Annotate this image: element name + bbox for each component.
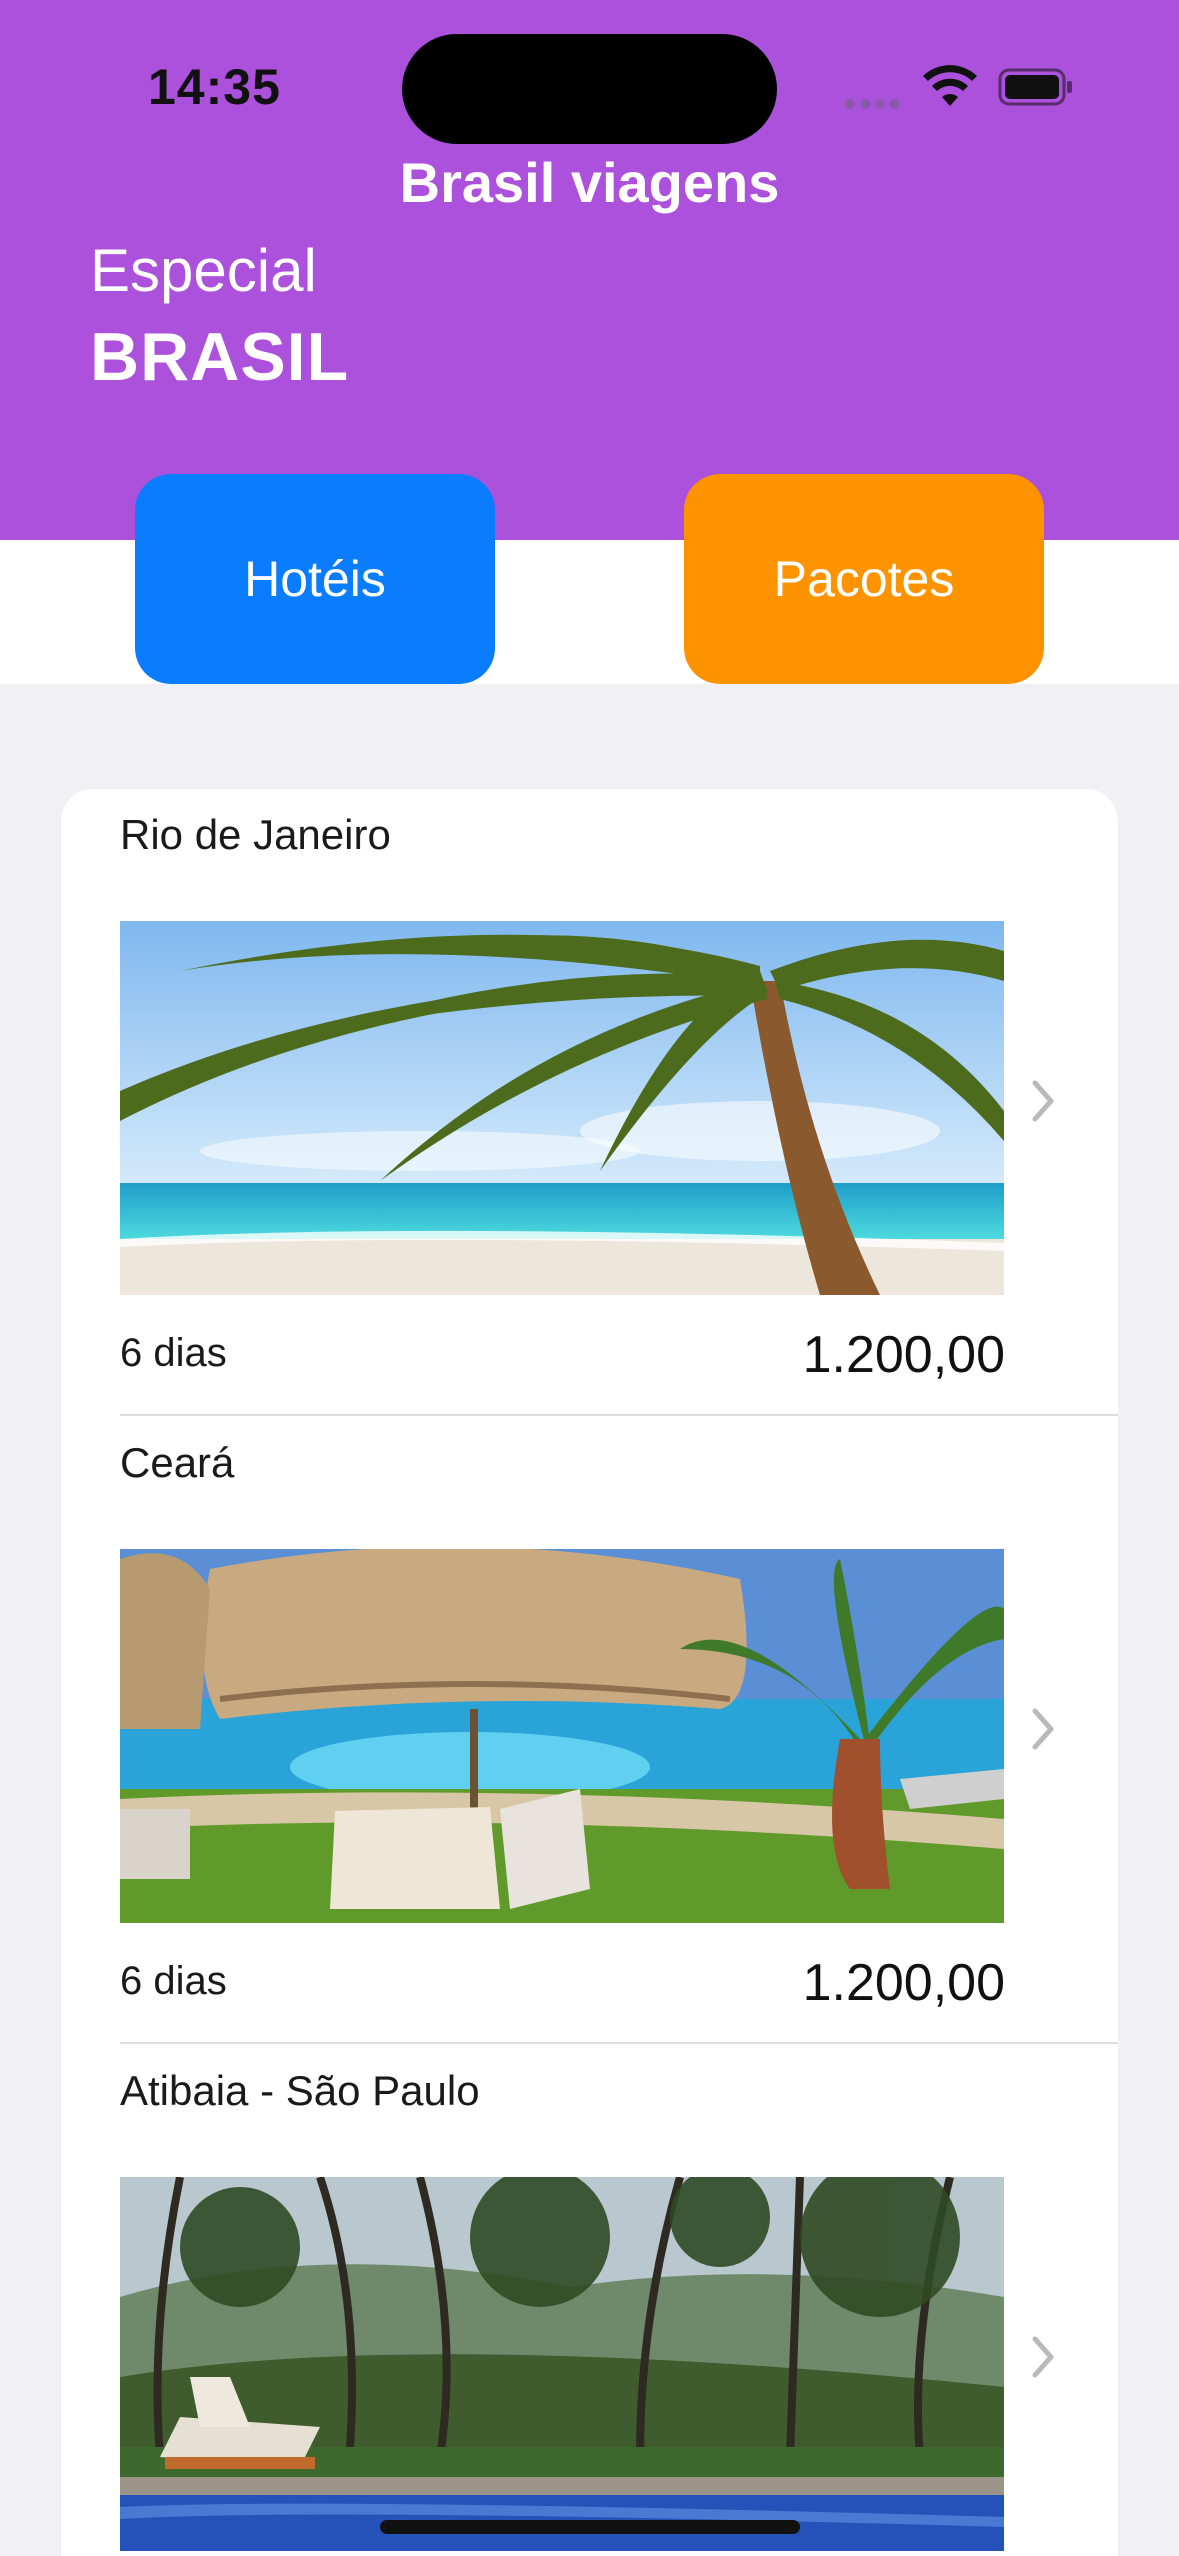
- list-item[interactable]: Atibaia - São Paulo: [61, 2045, 1118, 2556]
- chevron-right-icon: [1032, 1080, 1054, 1122]
- beach-palm-image: [120, 921, 1004, 1295]
- dynamic-island: [402, 34, 777, 144]
- header-subtitle: Especial: [90, 237, 317, 304]
- packages-button[interactable]: Pacotes: [684, 474, 1044, 684]
- battery-icon: [998, 68, 1072, 106]
- forest-pool-image: [120, 2177, 1004, 2551]
- status-time: 14:35: [148, 59, 281, 115]
- package-title: Atibaia - São Paulo: [120, 2067, 480, 2114]
- cellular-signal-icon: [845, 96, 905, 109]
- home-indicator[interactable]: [380, 2520, 800, 2534]
- package-price: 1.200,00: [802, 1326, 1005, 1384]
- header-title: BRASIL: [90, 319, 350, 395]
- list-item[interactable]: Rio de Janeiro 6 dias 1.200,00: [61, 789, 1118, 1417]
- package-duration: 6 dias: [120, 1331, 227, 1375]
- package-title: Rio de Janeiro: [120, 811, 391, 858]
- list-item[interactable]: Ceará 6 dias 1.200,00: [61, 1417, 1118, 2045]
- chevron-right-icon: [1032, 1708, 1054, 1750]
- package-price: 1.200,00: [802, 1954, 1005, 2012]
- hotels-button[interactable]: Hotéis: [135, 474, 495, 684]
- divider: [120, 2042, 1118, 2044]
- wifi-icon: [923, 65, 977, 106]
- package-title: Ceará: [120, 1439, 235, 1486]
- packages-list: Rio de Janeiro 6 dias 1.200,00 Ceará 6 d…: [61, 789, 1118, 2556]
- divider: [120, 1414, 1118, 1416]
- app-title: Brasil viagens: [399, 151, 780, 214]
- chevron-right-icon: [1032, 2336, 1054, 2378]
- package-duration: 6 dias: [120, 1959, 227, 2003]
- pool-resort-image: [120, 1549, 1004, 1923]
